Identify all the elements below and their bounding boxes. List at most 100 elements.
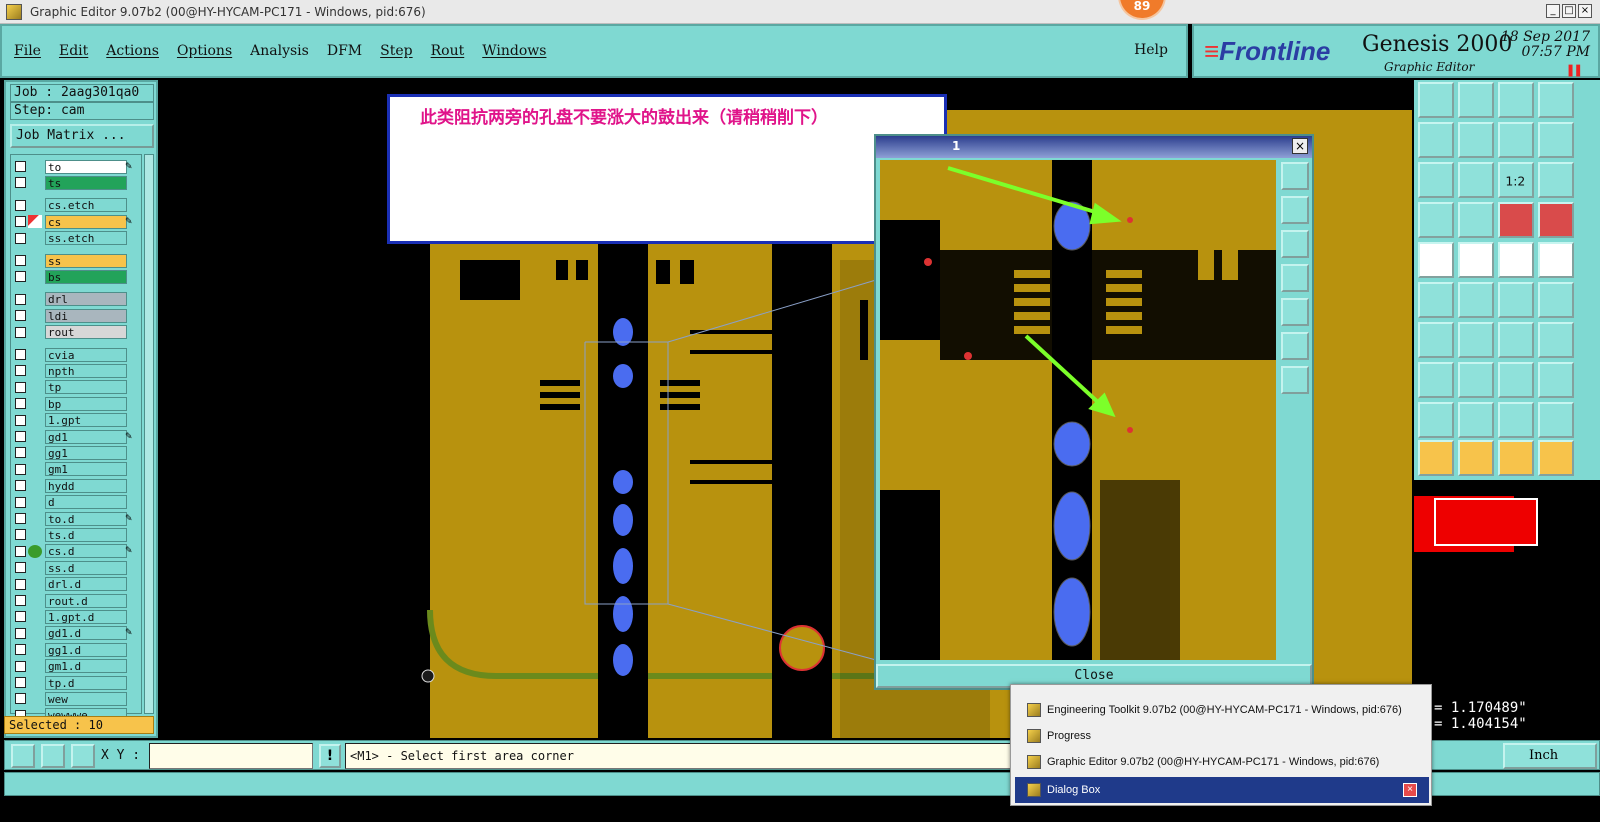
layer-checkbox[interactable] bbox=[15, 447, 26, 459]
tool-circle-icon[interactable] bbox=[1538, 242, 1574, 278]
layer-row[interactable]: bs bbox=[13, 269, 141, 284]
tool-cross-icon[interactable] bbox=[1458, 282, 1494, 318]
close-window-button[interactable]: × bbox=[1578, 4, 1592, 18]
layer-row[interactable]: ss.etch bbox=[13, 231, 141, 246]
menu-actions[interactable]: Actions bbox=[106, 43, 159, 59]
menu-help[interactable]: Help bbox=[1134, 42, 1168, 58]
tool-connect-icon[interactable] bbox=[1538, 202, 1574, 238]
layer-name[interactable]: tp bbox=[45, 380, 127, 395]
tool-triangle-icon[interactable] bbox=[1418, 402, 1454, 438]
layer-row[interactable]: 1.gpt bbox=[13, 413, 141, 428]
layer-checkbox[interactable] bbox=[15, 365, 26, 377]
layer-row[interactable]: wew bbox=[13, 691, 141, 706]
layer-name[interactable]: ldi bbox=[45, 308, 127, 323]
tool-node-icon[interactable] bbox=[1418, 282, 1454, 318]
layer-checkbox[interactable] bbox=[15, 480, 26, 492]
layer-name[interactable]: hydd bbox=[45, 478, 127, 493]
layer-name[interactable]: ss.etch bbox=[45, 231, 127, 246]
minimize-button[interactable]: _ bbox=[1546, 4, 1560, 18]
tool-pan-right-icon[interactable] bbox=[1458, 122, 1494, 158]
layer-checkbox[interactable] bbox=[15, 398, 26, 410]
tool-angle-icon[interactable] bbox=[1418, 322, 1454, 358]
layer-row[interactable]: ts bbox=[13, 175, 141, 190]
layer-row[interactable]: drl bbox=[13, 292, 141, 307]
tool-select-area-icon[interactable] bbox=[1458, 440, 1494, 476]
layer-row[interactable]: rout.d bbox=[13, 593, 141, 608]
layer-row[interactable]: ts.d bbox=[13, 527, 141, 542]
layer-row[interactable]: ss.d bbox=[13, 560, 141, 575]
zoom-view[interactable] bbox=[880, 160, 1276, 660]
task-graphic-editor[interactable]: Graphic Editor 9.07b2 (00@HY-HYCAM-PC171… bbox=[1015, 749, 1429, 775]
tool-group-icon[interactable] bbox=[1538, 362, 1574, 398]
tool-expand-icon[interactable] bbox=[1538, 162, 1574, 198]
layer-checkbox[interactable] bbox=[15, 271, 26, 283]
layer-name[interactable]: wew bbox=[45, 691, 127, 706]
tool-select-icon[interactable] bbox=[1418, 440, 1454, 476]
layer-row[interactable]: d bbox=[13, 495, 141, 510]
tool-rotate-icon[interactable] bbox=[1498, 322, 1534, 358]
layer-row[interactable]: rout bbox=[13, 325, 141, 340]
layer-checkbox[interactable] bbox=[15, 381, 26, 393]
layer-checkbox[interactable] bbox=[15, 255, 26, 266]
layer-row[interactable]: tp.d bbox=[13, 675, 141, 690]
layer-name[interactable]: gm1 bbox=[45, 462, 127, 477]
tool-page-down-icon[interactable] bbox=[1458, 82, 1494, 118]
tool-page-up-icon[interactable] bbox=[1418, 82, 1454, 118]
task-close-icon[interactable]: × bbox=[1403, 783, 1417, 797]
layer-name[interactable]: ts.d bbox=[45, 527, 127, 542]
tool-add-triangle-icon[interactable] bbox=[1458, 402, 1494, 438]
menu-windows[interactable]: Windows bbox=[482, 43, 546, 59]
layer-name[interactable]: ss bbox=[45, 253, 127, 268]
layer-row[interactable]: ldi bbox=[13, 308, 141, 323]
layer-checkbox[interactable] bbox=[15, 199, 26, 211]
layer-row[interactable]: npth bbox=[13, 363, 141, 378]
layer-row[interactable]: gg1 bbox=[13, 445, 141, 460]
layer-name[interactable]: to.d bbox=[45, 511, 127, 526]
tool-scale-1-2-icon[interactable]: 1:2 bbox=[1498, 162, 1534, 198]
layer-row[interactable]: ss bbox=[13, 253, 141, 268]
layer-row[interactable]: 1.gpt.d bbox=[13, 609, 141, 624]
layer-checkbox[interactable] bbox=[15, 161, 26, 172]
tool-line-icon[interactable] bbox=[1458, 242, 1494, 278]
tool-minus-icon[interactable] bbox=[1458, 362, 1494, 398]
layer-name[interactable]: gd1.d bbox=[45, 626, 127, 641]
tool-copy-icon[interactable] bbox=[1538, 282, 1574, 318]
layer-checkbox[interactable] bbox=[15, 414, 26, 426]
layer-name[interactable]: gm1.d bbox=[45, 659, 127, 674]
tool-snap-icon[interactable] bbox=[1498, 202, 1534, 238]
layer-checkbox[interactable] bbox=[15, 431, 26, 442]
tool-flip-icon[interactable] bbox=[1538, 122, 1574, 158]
tool-measure-icon[interactable] bbox=[1418, 202, 1454, 238]
layer-name[interactable]: drl bbox=[45, 292, 127, 307]
layer-name[interactable]: ts bbox=[45, 175, 127, 190]
layer-row[interactable]: cs ✎ bbox=[13, 214, 141, 229]
menu-edit[interactable]: Edit bbox=[59, 43, 88, 59]
snap-center-icon[interactable] bbox=[71, 744, 95, 768]
tool-pad-icon[interactable] bbox=[1418, 242, 1454, 278]
tool-move-icon[interactable] bbox=[1498, 282, 1534, 318]
color-swatch[interactable] bbox=[1414, 496, 1538, 552]
zoom-tool-down-icon[interactable] bbox=[1281, 230, 1309, 258]
layer-name[interactable]: 1.gpt.d bbox=[45, 609, 127, 624]
tool-edit-triangle-icon[interactable] bbox=[1498, 402, 1534, 438]
tool-grid-icon[interactable] bbox=[1458, 202, 1494, 238]
snap-grid-icon[interactable] bbox=[11, 744, 35, 768]
tool-select-net-icon[interactable] bbox=[1538, 440, 1574, 476]
layer-checkbox[interactable] bbox=[15, 545, 26, 557]
tool-shape-icon[interactable] bbox=[1538, 402, 1574, 438]
layer-checkbox[interactable] bbox=[15, 578, 26, 590]
layer-checkbox[interactable] bbox=[15, 293, 26, 305]
zoom-tool-zoom-out-icon[interactable] bbox=[1281, 366, 1309, 394]
layer-row[interactable]: drl.d bbox=[13, 577, 141, 592]
tool-slash-icon[interactable] bbox=[1458, 322, 1494, 358]
layer-checkbox[interactable] bbox=[15, 677, 26, 688]
layer-row[interactable]: gm1.d bbox=[13, 659, 141, 674]
layer-name[interactable]: cs.etch bbox=[45, 198, 127, 213]
layer-row[interactable]: to.d ✎ bbox=[13, 511, 141, 526]
layer-checkbox[interactable] bbox=[15, 216, 26, 228]
layer-name[interactable]: to bbox=[45, 159, 127, 174]
layer-checkbox[interactable] bbox=[15, 463, 26, 475]
layer-name[interactable]: bp bbox=[45, 396, 127, 411]
layer-name[interactable]: npth bbox=[45, 363, 127, 378]
layer-checkbox[interactable] bbox=[15, 496, 26, 508]
